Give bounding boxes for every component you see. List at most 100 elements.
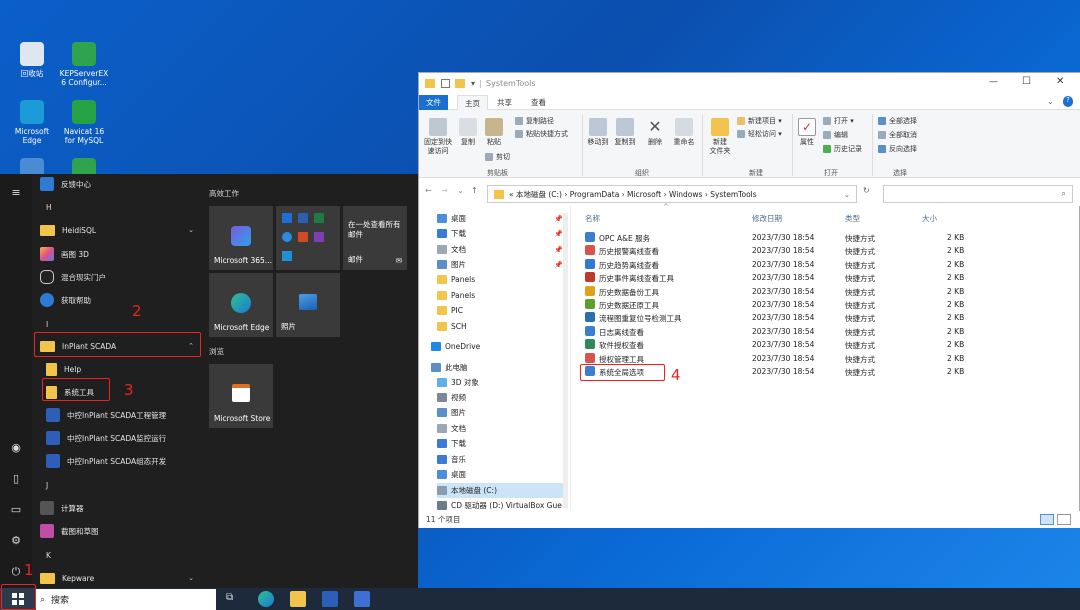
hamburger-icon[interactable]: ≡ (9, 186, 23, 200)
tab-view[interactable]: 查看 (524, 95, 553, 110)
nav-item[interactable]: 下载 (437, 436, 567, 451)
tiles-view-icon[interactable] (1057, 514, 1071, 525)
app-heidisql[interactable]: HeidiSQL ⌄ (40, 220, 200, 240)
app-calculator[interactable]: 计算器 (40, 498, 200, 518)
paste-shortcut-button[interactable]: 粘贴快捷方式 (515, 129, 568, 139)
nav-item[interactable]: 文档 📌 (437, 242, 567, 257)
nav-item[interactable]: PIC (437, 303, 567, 318)
app-mixed-reality[interactable]: 混合现实门户 (40, 267, 200, 287)
chevron-down-icon[interactable]: ⌄ (844, 190, 850, 199)
open-button[interactable]: 打开 ▾ (823, 116, 854, 126)
cut-button[interactable]: 剪切 (485, 152, 510, 162)
nav-scrollbar[interactable] (563, 213, 568, 508)
app-monitor-run[interactable]: 中控InPlant SCADA监控运行 (46, 428, 206, 448)
tab-file[interactable]: 文件 (419, 95, 448, 110)
power-icon[interactable]: ⏻ (9, 565, 23, 579)
select-none-button[interactable]: 全部取消 (878, 130, 917, 140)
app-paint3d[interactable]: 画图 3D (40, 244, 200, 264)
column-name[interactable]: 名称 (585, 213, 600, 224)
tile-photos[interactable]: 照片 (276, 273, 340, 337)
tab-home[interactable]: 主页 (457, 95, 488, 110)
nav-item[interactable]: SCH (437, 319, 567, 334)
app-icon[interactable] (354, 591, 370, 607)
settings-icon[interactable]: ⚙ (9, 534, 23, 548)
delete-button[interactable]: ✕ 删除 (645, 118, 665, 147)
column-type[interactable]: 类型 (845, 213, 860, 224)
desktop-icon[interactable]: Navicat 16 for MySQL (58, 100, 110, 145)
user-icon[interactable]: ◉ (9, 441, 23, 455)
easy-access-button[interactable]: 轻松访问 ▾ (737, 129, 782, 139)
copy-to-button[interactable]: 复制到 (612, 118, 638, 147)
letter-header-h[interactable]: H (46, 203, 52, 212)
rename-button[interactable]: 重命名 (671, 118, 697, 147)
refresh-icon[interactable]: ↻ (863, 186, 870, 195)
tile-m365[interactable]: Microsoft 365... (209, 206, 273, 270)
close-button[interactable]: ✕ (1056, 76, 1064, 87)
copy-path-button[interactable]: 复制路径 (515, 116, 554, 126)
app-project-management[interactable]: 中控InPlant SCADA工程管理 (46, 405, 206, 425)
recent-icon[interactable]: ⌄ (457, 186, 464, 195)
app-snip-sketch[interactable]: 截图和草图 (40, 521, 200, 541)
paste-button[interactable]: 粘贴 (483, 118, 505, 147)
app-feedback[interactable]: 反馈中心 (40, 174, 200, 194)
nav-item[interactable]: 图片 📌 (437, 257, 567, 272)
file-row[interactable]: 历史报警离线查看 2023/7/30 18:54 快捷方式 2 KB (579, 244, 1079, 257)
file-explorer-icon[interactable] (290, 591, 306, 607)
chevron-down-icon[interactable]: ⌄ (1047, 97, 1054, 106)
taskbar-search[interactable]: ⌕ 搜索 (36, 589, 216, 610)
file-row[interactable]: 授权管理工具 2023/7/30 18:54 快捷方式 2 KB (579, 352, 1079, 365)
app-help[interactable]: Help (46, 359, 206, 379)
task-view-icon[interactable]: ⧉ (226, 592, 233, 603)
app-get-help[interactable]: 获取帮助 (40, 290, 200, 310)
file-row[interactable]: 历史数据还原工具 2023/7/30 18:54 快捷方式 2 KB (579, 298, 1079, 311)
nav-item[interactable]: Panels (437, 272, 567, 287)
invert-selection-button[interactable]: 反向选择 (878, 144, 917, 154)
help-icon[interactable]: ? (1063, 96, 1073, 107)
desktop-icon[interactable]: Microsoft Edge (6, 100, 58, 145)
dropdown-icon[interactable]: ▾ (471, 79, 475, 88)
history-button[interactable]: 历史记录 (823, 144, 862, 154)
nav-item[interactable]: 桌面 (437, 467, 567, 482)
tab-share[interactable]: 共享 (490, 95, 519, 110)
nav-item[interactable]: 本地磁盘 (C:) (437, 483, 567, 498)
maximize-button[interactable]: ☐ (1022, 76, 1031, 87)
nav-item[interactable]: 音乐 (437, 452, 567, 467)
nav-item[interactable]: 图片 (437, 405, 567, 420)
nav-item[interactable]: 文档 (437, 421, 567, 436)
back-icon[interactable]: ← (425, 186, 432, 195)
letter-header-i[interactable]: I (46, 320, 48, 329)
desktop-icon[interactable]: 回收站 (6, 42, 58, 78)
edge-icon[interactable] (258, 591, 274, 607)
tile-store[interactable]: Microsoft Store (209, 364, 273, 428)
move-to-button[interactable]: 移动到 (585, 118, 611, 147)
properties-button[interactable]: ✓ 属性 (796, 118, 818, 147)
app-config-dev[interactable]: 中控InPlant SCADA组态开发 (46, 451, 206, 471)
new-item-button[interactable]: 新建项目 ▾ (737, 116, 782, 126)
letter-header-k[interactable]: K (46, 551, 51, 560)
details-view-icon[interactable] (1040, 514, 1054, 525)
edit-button[interactable]: 编辑 (823, 130, 848, 140)
nav-item[interactable]: OneDrive (431, 339, 567, 354)
file-row[interactable]: 历史数据备份工具 2023/7/30 18:54 快捷方式 2 KB (579, 285, 1079, 298)
file-row[interactable]: 历史事件离线查看工具 2023/7/30 18:54 快捷方式 2 KB (579, 271, 1079, 284)
new-folder-button[interactable]: 新建 文件夹 (705, 118, 735, 156)
address-bar[interactable]: « 本地磁盘 (C:) › ProgramData › Microsoft › … (487, 185, 857, 203)
nav-item[interactable]: 下载 📌 (437, 226, 567, 241)
select-all-button[interactable]: 全部选择 (878, 116, 917, 126)
tile-mail[interactable]: 在一处查看所有邮件 邮件 ✉ (343, 206, 407, 270)
letter-header-j[interactable]: J (46, 481, 48, 490)
minimize-button[interactable]: — (989, 77, 998, 87)
nav-item[interactable]: Panels (437, 288, 567, 303)
nav-item[interactable]: 此电脑 (431, 360, 567, 375)
tile-office-group[interactable] (276, 206, 340, 270)
column-date[interactable]: 修改日期 (752, 213, 782, 224)
desktop-icon[interactable]: KEPServerEX 6 Configur... (58, 42, 110, 87)
file-row[interactable]: 历史趋势离线查看 2023/7/30 18:54 快捷方式 2 KB (579, 258, 1079, 271)
file-row[interactable]: OPC A&E 服务 2023/7/30 18:54 快捷方式 2 KB (579, 231, 1079, 244)
forward-icon[interactable]: → (441, 186, 448, 195)
new-folder-icon[interactable] (455, 79, 465, 88)
copy-button[interactable]: 复制 (457, 118, 479, 147)
tile-edge[interactable]: Microsoft Edge (209, 273, 273, 337)
search-box[interactable]: ⌕ (883, 185, 1073, 203)
nav-item[interactable]: 桌面 📌 (437, 211, 567, 226)
